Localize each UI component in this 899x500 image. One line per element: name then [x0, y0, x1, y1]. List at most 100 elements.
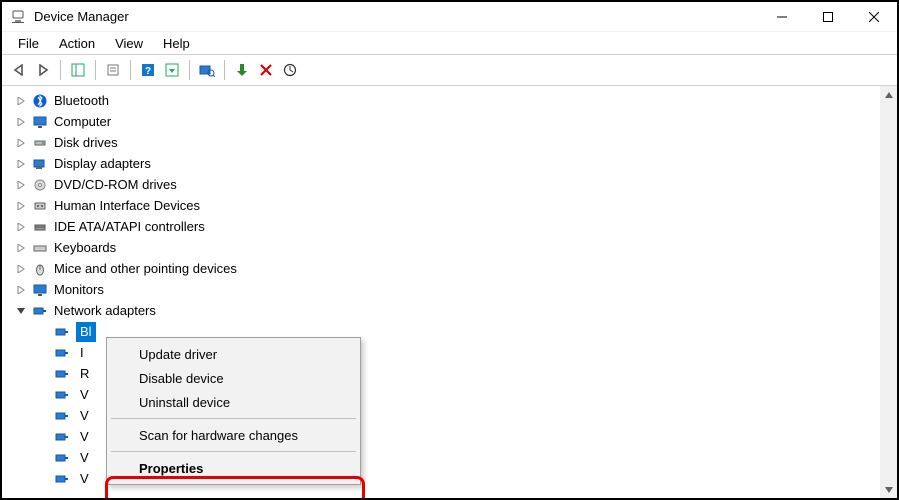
tree-node-network-adapters[interactable]: Network adapters — [14, 300, 897, 321]
titlebar: Device Manager — [2, 2, 897, 32]
tree-node-label: Human Interface Devices — [54, 196, 200, 216]
svg-text:?: ? — [145, 66, 151, 77]
network-adapter-icon — [54, 471, 70, 487]
tree-node-display-adapters[interactable]: Display adapters — [14, 153, 897, 174]
ctx-scan-hardware[interactable]: Scan for hardware changes — [109, 423, 358, 447]
scrollbar-track[interactable] — [880, 103, 897, 481]
toolbar-separator — [130, 60, 131, 80]
show-hide-tree-button[interactable] — [67, 59, 89, 81]
uninstall-device-button[interactable] — [255, 59, 277, 81]
disc-icon — [32, 177, 48, 193]
window-title: Device Manager — [34, 9, 129, 24]
monitor-icon — [32, 282, 48, 298]
menu-file[interactable]: File — [8, 34, 49, 53]
toolbar: ? — [2, 54, 897, 86]
tree-node-mice[interactable]: Mice and other pointing devices — [14, 258, 897, 279]
tree-node-dvd[interactable]: DVD/CD-ROM drives — [14, 174, 897, 195]
network-adapter-label: V — [76, 469, 93, 489]
scroll-down-button[interactable] — [880, 481, 897, 498]
mouse-icon — [32, 261, 48, 277]
enable-device-button[interactable] — [231, 59, 253, 81]
menubar: File Action View Help — [2, 32, 897, 54]
chevron-right-icon[interactable] — [14, 157, 28, 171]
menu-view[interactable]: View — [105, 34, 153, 53]
scroll-up-button[interactable] — [880, 86, 897, 103]
toolbar-separator — [60, 60, 61, 80]
tree-node-disk-drives[interactable]: Disk drives — [14, 132, 897, 153]
network-adapter-label: V — [76, 385, 93, 405]
toolbar-separator — [189, 60, 190, 80]
tree-node-computer[interactable]: Computer — [14, 111, 897, 132]
network-adapter-label: Bl — [76, 322, 96, 342]
tree-node-label: Mice and other pointing devices — [54, 259, 237, 279]
tree-node-keyboards[interactable]: Keyboards — [14, 237, 897, 258]
tree-node-hid[interactable]: Human Interface Devices — [14, 195, 897, 216]
ide-icon — [32, 219, 48, 235]
chevron-right-icon[interactable] — [14, 283, 28, 297]
chevron-right-icon[interactable] — [14, 115, 28, 129]
chevron-right-icon[interactable] — [14, 199, 28, 213]
context-menu-separator — [111, 451, 356, 452]
toolbar-separator — [95, 60, 96, 80]
chevron-right-icon[interactable] — [14, 262, 28, 276]
network-adapter-label: V — [76, 406, 93, 426]
chevron-right-icon[interactable] — [14, 94, 28, 108]
ctx-disable-device[interactable]: Disable device — [109, 366, 358, 390]
update-driver-button[interactable] — [279, 59, 301, 81]
toolbar-separator — [224, 60, 225, 80]
tree-node-label: Bluetooth — [54, 91, 109, 111]
action-dropdown-button[interactable] — [161, 59, 183, 81]
network-adapter-icon — [54, 429, 70, 445]
network-adapter-label: V — [76, 448, 93, 468]
network-adapter-icon — [54, 408, 70, 424]
network-adapter-icon — [32, 303, 48, 319]
tree-node-monitors[interactable]: Monitors — [14, 279, 897, 300]
tree-node-label: Monitors — [54, 280, 104, 300]
hid-icon — [32, 198, 48, 214]
tree-node-label: Network adapters — [54, 301, 156, 321]
display-adapter-icon — [32, 156, 48, 172]
ctx-properties[interactable]: Properties — [109, 456, 358, 480]
close-button[interactable] — [851, 2, 897, 32]
tree-node-label: Computer — [54, 112, 111, 132]
monitor-icon — [32, 114, 48, 130]
tree-node-bluetooth[interactable]: Bluetooth — [14, 90, 897, 111]
chevron-down-icon[interactable] — [14, 304, 28, 318]
forward-button[interactable] — [32, 59, 54, 81]
chevron-right-icon[interactable] — [14, 178, 28, 192]
tree-node-label: Keyboards — [54, 238, 116, 258]
tree-node-label: IDE ATA/ATAPI controllers — [54, 217, 205, 237]
chevron-right-icon[interactable] — [14, 241, 28, 255]
tree-node-label: Display adapters — [54, 154, 151, 174]
tree-node-ide[interactable]: IDE ATA/ATAPI controllers — [14, 216, 897, 237]
network-adapter-label: V — [76, 427, 93, 447]
menu-help[interactable]: Help — [153, 34, 200, 53]
network-adapter-icon — [54, 450, 70, 466]
network-adapter-icon — [54, 345, 70, 361]
ctx-update-driver[interactable]: Update driver — [109, 342, 358, 366]
ctx-uninstall-device[interactable]: Uninstall device — [109, 390, 358, 414]
context-menu[interactable]: Update driver Disable device Uninstall d… — [106, 337, 361, 485]
bluetooth-icon — [32, 93, 48, 109]
network-adapter-icon — [54, 324, 70, 340]
network-adapter-icon — [54, 387, 70, 403]
tree-view-container: Bluetooth Computer Disk drives Display a… — [2, 86, 897, 498]
properties-button[interactable] — [102, 59, 124, 81]
network-adapter-label: I — [76, 343, 88, 363]
back-button[interactable] — [8, 59, 30, 81]
network-adapter-label: R — [76, 364, 93, 384]
chevron-right-icon[interactable] — [14, 136, 28, 150]
context-menu-separator — [111, 418, 356, 419]
vertical-scrollbar[interactable] — [880, 86, 897, 498]
minimize-button[interactable] — [759, 2, 805, 32]
tree-node-label: Disk drives — [54, 133, 118, 153]
disk-icon — [32, 135, 48, 151]
menu-action[interactable]: Action — [49, 34, 105, 53]
chevron-right-icon[interactable] — [14, 220, 28, 234]
scan-hardware-button[interactable] — [196, 59, 218, 81]
network-adapter-icon — [54, 366, 70, 382]
devmgmt-icon — [10, 9, 26, 25]
help-button[interactable]: ? — [137, 59, 159, 81]
maximize-button[interactable] — [805, 2, 851, 32]
tree-node-label: DVD/CD-ROM drives — [54, 175, 177, 195]
